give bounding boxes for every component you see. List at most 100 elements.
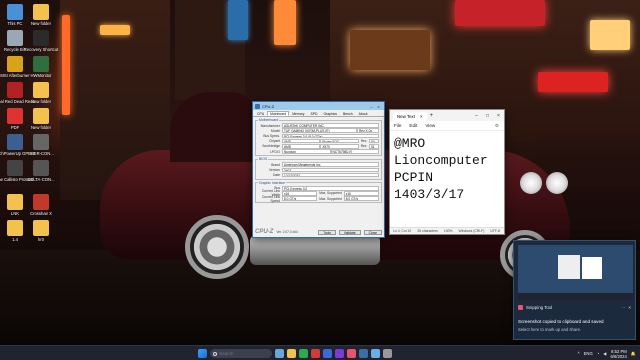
model-label: Model (271, 128, 280, 133)
notepad-statusbar: Ln 4, Col 10 35 characters 100% Windows … (390, 227, 504, 234)
southbridge-label: Southbridge (262, 144, 280, 149)
desktop-icon[interactable]: New folder (26, 4, 56, 26)
desktop-icon[interactable]: HWMonitor (26, 56, 56, 78)
file-explorer-icon[interactable] (287, 349, 296, 358)
desktop-icon-label: This PC (7, 21, 23, 26)
desktop-icon-label: hrtr (37, 237, 45, 242)
desktop-shortcut-icon (33, 194, 49, 210)
language-indicator[interactable]: ENG (584, 351, 593, 356)
thumbnail-notepad-preview (582, 257, 602, 279)
network-icon[interactable]: ◔ (597, 351, 600, 356)
volume-icon[interactable]: ◀ (603, 351, 606, 356)
close-icon[interactable]: × (628, 305, 631, 310)
desktop-shortcut-icon (33, 30, 49, 46)
southbridge-vendor: AMD (282, 144, 321, 149)
close-tab-icon[interactable]: × (420, 112, 423, 121)
thumbnail-cpuz-preview (558, 255, 580, 279)
notepad-tab[interactable]: New Text × (393, 112, 427, 121)
max-supported-label: Max. Supported (319, 196, 342, 201)
notepad-text-area[interactable]: @MRO Lioncomputer PCPIN 1403/3/17 (390, 131, 504, 203)
notepad-tab-title: New Text (397, 114, 415, 119)
tab-cpu[interactable]: CPU (254, 111, 267, 116)
tab-graphics[interactable]: Graphics (320, 111, 340, 116)
notification-bell-icon[interactable]: 🔔 (631, 351, 636, 357)
close-icon[interactable]: × (375, 104, 382, 109)
app-icon[interactable] (383, 349, 392, 358)
desktop-icon[interactable]: Crosshair X (26, 194, 56, 216)
tab-about[interactable]: About (356, 111, 371, 116)
bios-version-value: 3403 (282, 167, 379, 173)
validate-button[interactable]: Validate (338, 229, 361, 235)
cpuz-title: CPU-Z (262, 103, 275, 109)
app-icon[interactable] (311, 349, 320, 358)
tab-memory[interactable]: Memory (289, 111, 307, 116)
desktop-icon[interactable]: New folder (26, 82, 56, 104)
desktop-icon-label: 1.4 (12, 237, 18, 242)
zoom-level: 100% (443, 229, 453, 233)
desktop-icon[interactable]: DELTA-CON... (26, 160, 56, 182)
tools-button[interactable]: Tools (318, 229, 336, 235)
gear-icon[interactable]: ⚙ (495, 123, 499, 129)
start-icon[interactable] (198, 349, 207, 358)
snipping-notification[interactable]: Snipping Tool ··· × Screenshot copied to… (513, 240, 636, 340)
desktop-icon-label: Crosshair X (30, 211, 52, 216)
manufacturer-label: Manufacturer (260, 123, 280, 128)
notepad-window[interactable]: New Text × + – □ × File Edit View ⚙ @MRO… (389, 109, 505, 235)
app-icon[interactable] (323, 349, 332, 358)
close-button[interactable]: Close (363, 229, 382, 235)
search-box[interactable] (210, 349, 272, 358)
desktop-icon-label: HWMonitor (30, 73, 52, 78)
chipset-label: Chipset (268, 139, 280, 144)
new-tab-icon[interactable]: + (430, 113, 434, 119)
wallpaper-car-wheel (185, 215, 249, 279)
chevron-up-icon[interactable]: ^ (578, 351, 580, 356)
more-options-icon[interactable]: ··· (621, 305, 625, 310)
menu-edit[interactable]: Edit (409, 123, 417, 128)
desktop-icon[interactable]: EBER-CON... (26, 134, 56, 156)
maximize-icon[interactable]: □ (482, 113, 493, 119)
cpuz-taskbar-icon[interactable] (359, 349, 368, 358)
cpuz-titlebar[interactable]: CPU-Z – × (253, 102, 384, 110)
clock-time: 6:52 PM (611, 348, 627, 354)
chipset-name: Ryzen SOC (320, 138, 359, 144)
cpuz-window[interactable]: CPU-Z – × CPU Mainboard Memory SPD Graphics B… (252, 101, 385, 238)
notepad-titlebar[interactable]: New Text × + – □ × (390, 110, 504, 121)
desktop-icon[interactable]: hrtr (26, 220, 56, 242)
app-icon[interactable] (335, 349, 344, 358)
snipping-tool-taskbar-icon[interactable] (347, 349, 356, 358)
task-view-icon[interactable] (275, 349, 284, 358)
close-icon[interactable]: × (493, 113, 504, 119)
motherboard-group: Motherboard Manufacturer ASUSTeK COMPUTER… (255, 118, 382, 157)
tab-spd[interactable]: SPD (307, 111, 320, 116)
screenshot-thumbnail[interactable] (518, 245, 633, 300)
desktop-shortcut-icon (7, 134, 23, 150)
menu-view[interactable]: View (425, 123, 435, 128)
clock-date: 6/6/2024 (610, 353, 627, 359)
menu-file[interactable]: File (394, 123, 401, 128)
link-speed-label: Current Link Speed (262, 194, 280, 203)
max-link-speed-value: 8.0 GT/s (343, 196, 380, 201)
minimize-icon[interactable]: – (471, 113, 482, 119)
desktop-shortcut-icon (7, 220, 23, 236)
minimize-icon[interactable]: – (368, 104, 375, 109)
desktop-shortcut-icon (33, 56, 49, 72)
desktop-shortcut-icon (33, 134, 49, 150)
cpuz-app-icon (255, 103, 260, 109)
desktop-shortcut-icon (33, 82, 49, 98)
gfx-bus-value: PCI-Express 3.0 (282, 185, 379, 191)
clock[interactable]: 6:52 PM 6/6/2024 (610, 349, 626, 359)
cursor-position: Ln 4, Col 10 (393, 229, 412, 233)
bios-date-value: 12/13/2023 (282, 172, 379, 178)
tab-mainboard[interactable]: Mainboard (267, 111, 290, 116)
graphic-interface-legend: Graphic Interface (259, 180, 286, 185)
edge-icon[interactable] (299, 349, 308, 358)
notepad-taskbar-icon[interactable] (371, 349, 380, 358)
desktop-icon[interactable]: Recovery Shortcut (24, 30, 58, 52)
wallpaper-awning (350, 30, 430, 70)
desktop-icon-label: New folder (30, 21, 51, 26)
tab-bench[interactable]: Bench (340, 111, 356, 116)
desktop-shortcut-icon (7, 160, 23, 176)
search-input[interactable] (219, 351, 269, 356)
desktop-icon[interactable]: New folder (26, 108, 56, 130)
taskbar: ^ ENG ◔ ◀ 6:52 PM 6/6/2024 🔔 (0, 345, 640, 360)
